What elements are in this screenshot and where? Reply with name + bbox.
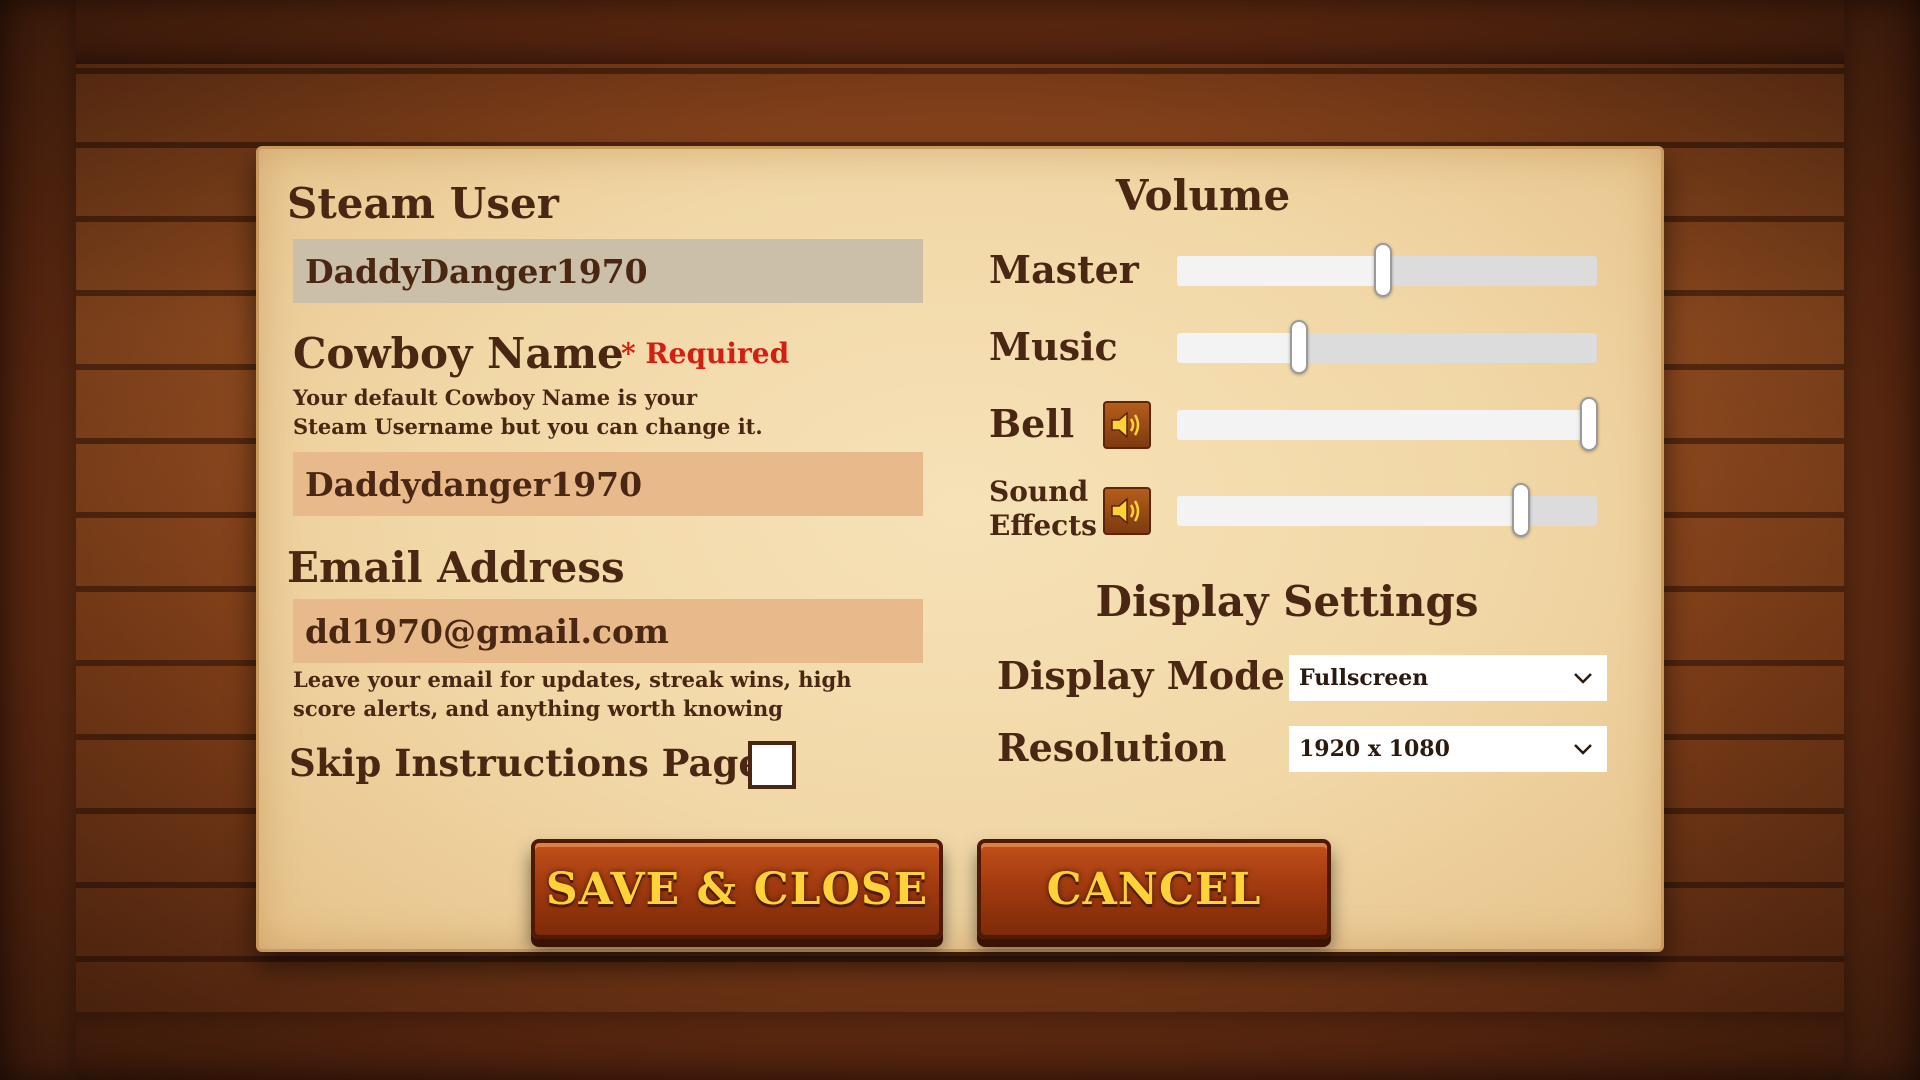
cowboy-name-help-line1: Your default Cowboy Name is your (293, 385, 698, 410)
chevron-down-icon (1574, 673, 1592, 684)
volume-title: Volume (1115, 171, 1291, 220)
display-mode-select[interactable]: Fullscreen (1289, 655, 1607, 701)
speaker-icon-glyph (1111, 497, 1140, 525)
bell-label: Bell (989, 401, 1075, 446)
settings-panel: Steam User DaddyDanger1970 Cowboy Name *… (256, 146, 1664, 952)
email-help-line2: score alerts, and anything worth knowing (293, 696, 783, 721)
chevron-down-icon (1574, 744, 1592, 755)
skip-instructions-label: Skip Instructions Page (289, 741, 762, 785)
resolution-select[interactable]: 1920 x 1080 (1289, 726, 1607, 772)
display-mode-label: Display Mode (997, 653, 1285, 698)
display-settings-title: Display Settings (1095, 577, 1479, 626)
speaker-icon[interactable] (1103, 401, 1151, 449)
cowboy-name-label: Cowboy Name (293, 329, 624, 378)
slider-thumb[interactable] (1512, 483, 1531, 537)
slider-fill (1177, 496, 1522, 526)
slider-fill (1177, 410, 1589, 440)
display-mode-value: Fullscreen (1299, 665, 1429, 691)
wood-frame-right (1844, 0, 1920, 1080)
master-label: Master (989, 247, 1139, 292)
save-close-button[interactable]: SAVE & CLOSE (531, 839, 943, 939)
resolution-value: 1920 x 1080 (1299, 736, 1450, 762)
email-help-line1: Leave your email for updates, streak win… (293, 667, 852, 692)
music-slider[interactable] (1177, 320, 1597, 374)
email-value: dd1970@gmail.com (305, 611, 669, 651)
slider-thumb[interactable] (1373, 243, 1392, 297)
steam-user-field: DaddyDanger1970 (293, 239, 923, 303)
slider-thumb[interactable] (1579, 397, 1598, 451)
cancel-button[interactable]: CANCEL (977, 839, 1331, 939)
steam-user-value: DaddyDanger1970 (305, 251, 648, 291)
slider-thumb[interactable] (1289, 320, 1308, 374)
speaker-icon[interactable] (1103, 487, 1151, 535)
master-slider[interactable] (1177, 243, 1597, 297)
slider-fill (1177, 256, 1383, 286)
bell-slider[interactable] (1177, 397, 1598, 451)
sound-effects-label-line2: Effects (989, 509, 1097, 542)
music-label: Music (989, 324, 1118, 369)
sound-effects-label-line1: Sound (989, 475, 1089, 508)
resolution-label: Resolution (997, 725, 1227, 770)
wood-frame-top (0, 0, 1920, 64)
wood-frame-left (0, 0, 76, 1080)
steam-user-label: Steam User (287, 179, 559, 228)
cowboy-name-input[interactable]: Daddydanger1970 (293, 452, 923, 516)
slider-fill (1177, 333, 1299, 363)
wood-frame-bottom (0, 1012, 1920, 1080)
email-input[interactable]: dd1970@gmail.com (293, 599, 923, 663)
skip-instructions-checkbox[interactable] (748, 741, 796, 789)
speaker-icon-glyph (1111, 411, 1140, 439)
email-label: Email Address (287, 543, 625, 592)
sound-effects-slider[interactable] (1177, 483, 1597, 537)
required-indicator: * Required (621, 337, 790, 370)
cowboy-name-value: Daddydanger1970 (305, 464, 643, 504)
cowboy-name-help-line2: Steam Username but you can change it. (293, 414, 763, 439)
